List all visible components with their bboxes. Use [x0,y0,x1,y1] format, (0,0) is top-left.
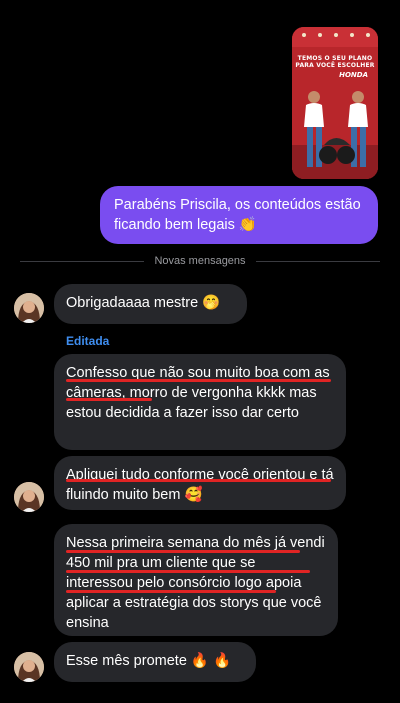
highlight-underline [66,570,310,573]
message-text: Apliquei tudo conforme você orientou e t… [66,467,334,503]
highlight-underline [66,479,331,482]
story-preview[interactable]: TEMOS O SEU PLANO PARA VOCÊ ESCOLHER HON… [292,27,378,179]
avatar-image [14,482,44,512]
highlight-underline [66,398,152,401]
highlight-underline [66,590,276,593]
highlight-underline [66,550,300,553]
message-text: Esse mês promete 🔥 🔥 [66,653,232,669]
highlight-underline [66,379,331,382]
story-overlay-text: TEMOS O SEU PLANO PARA VOCÊ ESCOLHER [295,55,375,69]
received-message-bubble[interactable]: Nessa primeira semana do mês já vendi 45… [54,524,338,636]
divider-line-right [256,261,380,262]
contact-avatar[interactable] [14,652,44,682]
new-messages-divider: Novas mensagens [20,255,380,269]
avatar-image [14,293,44,323]
story-image [292,27,378,179]
message-text: Obrigadaaaa mestre 🤭 [66,295,221,311]
contact-avatar[interactable] [14,293,44,323]
sent-message-text: Parabéns Priscila, os conteúdos estão fi… [114,197,361,233]
received-message-bubble[interactable]: Esse mês promete 🔥 🔥 [54,642,256,682]
received-message-bubble[interactable]: Obrigadaaaa mestre 🤭 [54,284,247,324]
contact-avatar[interactable] [14,482,44,512]
avatar-image [14,652,44,682]
received-message-bubble[interactable]: Apliquei tudo conforme você orientou e t… [54,456,346,510]
story-brand-logo: HONDA [339,71,368,79]
message-text: Confesso que não sou muito boa com as câ… [66,365,330,421]
received-message-bubble[interactable]: Confesso que não sou muito boa com as câ… [54,354,346,450]
edited-label: Editada [66,334,110,348]
sent-message-bubble[interactable]: Parabéns Priscila, os conteúdos estão fi… [100,186,378,244]
